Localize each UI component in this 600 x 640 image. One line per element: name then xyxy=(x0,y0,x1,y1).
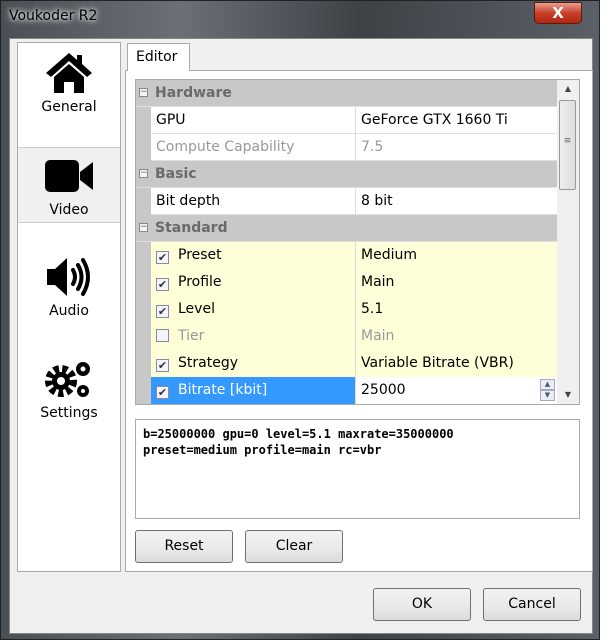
property-bitrate[interactable]: ✔ Bitrate [kbit] 25000 ▲ ▼ xyxy=(136,377,557,404)
speaker-icon xyxy=(47,258,90,296)
category-basic[interactable]: − Basic xyxy=(136,161,557,188)
client-area: General Video Audio Settings Editor − Har… xyxy=(9,38,593,634)
dialog-window: Voukoder R2 X General Video Audio Settin… xyxy=(0,0,600,640)
home-icon xyxy=(46,53,92,93)
cancel-button[interactable]: Cancel xyxy=(483,588,581,621)
property-profile[interactable]: ✔ Profile Main xyxy=(136,269,557,296)
category-hardware[interactable]: − Hardware xyxy=(136,80,557,107)
sidebar-item-label: General xyxy=(41,99,97,115)
reset-button[interactable]: Reset xyxy=(135,530,233,563)
spin-down-icon[interactable]: ▼ xyxy=(540,390,555,401)
tab-editor[interactable]: Editor xyxy=(127,43,190,71)
clear-button[interactable]: Clear xyxy=(245,530,343,563)
collapse-icon[interactable]: − xyxy=(139,223,148,232)
scroll-down-icon[interactable]: ▼ xyxy=(557,390,579,399)
editor-pane: − Hardware GPU GeForce GTX 1660 Ti Compute… xyxy=(125,70,593,572)
bitrate-checkbox[interactable]: ✔ xyxy=(156,386,169,399)
ok-button[interactable]: OK xyxy=(373,588,471,621)
sidebar-item-general[interactable]: General xyxy=(18,45,120,121)
profile-checkbox[interactable]: ✔ xyxy=(156,278,169,291)
scrollbar-thumb[interactable]: ≡ xyxy=(559,100,576,190)
preset-checkbox[interactable]: ✔ xyxy=(156,251,169,264)
sidebar-item-audio[interactable]: Audio xyxy=(18,249,120,325)
strategy-checkbox[interactable]: ✔ xyxy=(156,359,169,372)
window-title: Voukoder R2 xyxy=(9,8,98,24)
collapse-icon[interactable]: − xyxy=(139,88,148,97)
property-preset[interactable]: ✔ Preset Medium xyxy=(136,242,557,269)
sidebar-item-video[interactable]: Video xyxy=(18,147,120,223)
collapse-icon[interactable]: − xyxy=(139,169,148,178)
close-button[interactable]: X xyxy=(534,2,582,24)
parameters-output[interactable]: b=25000000 gpu=0 level=5.1 maxrate=35000… xyxy=(135,419,580,519)
sidebar-item-label: Settings xyxy=(40,405,98,421)
sidebar-item-label: Video xyxy=(49,202,89,218)
property-level[interactable]: ✔ Level 5.1 xyxy=(136,296,557,323)
sidebar-item-settings[interactable]: Settings xyxy=(18,351,120,427)
vertical-scrollbar[interactable]: ▲ ≡ ▼ xyxy=(557,80,579,404)
sidebar-item-label: Audio xyxy=(49,303,89,319)
video-camera-icon xyxy=(45,160,93,192)
tier-checkbox[interactable] xyxy=(156,329,169,342)
spin-up-icon[interactable]: ▲ xyxy=(540,379,555,390)
scroll-up-icon[interactable]: ▲ xyxy=(557,84,579,93)
bitrate-spinner[interactable]: ▲ ▼ xyxy=(540,379,555,401)
property-gpu[interactable]: GPU GeForce GTX 1660 Ti xyxy=(136,107,557,134)
property-strategy[interactable]: ✔ Strategy Variable Bitrate (VBR) xyxy=(136,350,557,377)
sidebar: General Video Audio Settings xyxy=(17,42,121,572)
bitrate-input[interactable]: 25000 xyxy=(361,382,406,398)
level-checkbox[interactable]: ✔ xyxy=(156,305,169,318)
property-compute-capability[interactable]: Compute Capability 7.5 xyxy=(136,134,557,161)
property-grid: − Hardware GPU GeForce GTX 1660 Ti Compute… xyxy=(135,79,580,405)
property-tier[interactable]: Tier Main xyxy=(136,323,557,350)
gears-icon xyxy=(45,362,90,397)
category-standard[interactable]: − Standard xyxy=(136,215,557,242)
property-bit-depth[interactable]: Bit depth 8 bit xyxy=(136,188,557,215)
